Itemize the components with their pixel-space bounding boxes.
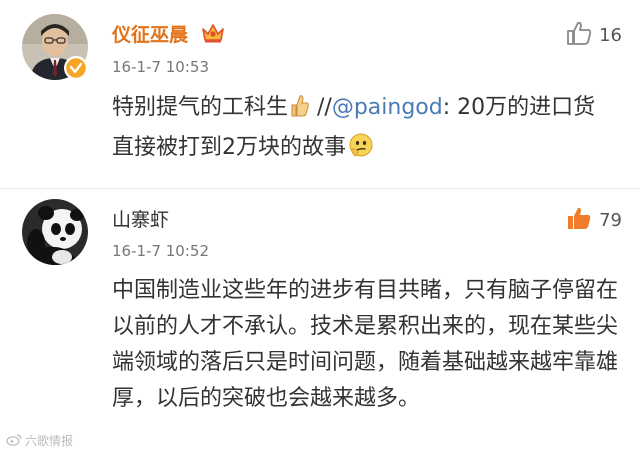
thumbs-up-icon xyxy=(565,205,593,235)
username[interactable]: 山寨虾 xyxy=(112,205,169,232)
emoji-thinking-icon xyxy=(348,132,374,170)
comment-item: 仪征巫晨 16-1-7 10:53 16 特别提气的工科生 //@paingod… xyxy=(0,0,640,188)
comment-text: 特别提气的工科生 //@paingod: 20万的进口货直接被打到2万块的故事 xyxy=(112,90,617,170)
timestamp: 16-1-7 10:53 xyxy=(112,58,209,76)
like-button[interactable]: 16 xyxy=(565,20,622,50)
like-count: 16 xyxy=(599,24,622,46)
thumbs-up-icon xyxy=(565,20,593,50)
watermark: 六歌情报 xyxy=(6,432,73,449)
emoji-thumbs-up-icon xyxy=(288,94,310,130)
verified-badge-icon xyxy=(64,56,88,80)
timestamp: 16-1-7 10:52 xyxy=(112,242,209,260)
comment-item: 山寨虾 16-1-7 10:52 79 中国制造业这些年的进步有目共睹，只有脑子… xyxy=(0,189,640,453)
like-count: 79 xyxy=(599,209,622,231)
avatar[interactable] xyxy=(22,199,88,265)
like-button[interactable]: 79 xyxy=(565,205,622,235)
mention-link[interactable]: @paingod xyxy=(332,95,443,120)
comment-text: 中国制造业这些年的进步有目共睹，只有脑子停留在以前的人才不承认。技术是累积出来的… xyxy=(112,278,619,411)
crown-icon xyxy=(201,22,225,49)
username[interactable]: 仪征巫晨 xyxy=(112,20,225,49)
weibo-logo-icon xyxy=(6,433,22,449)
